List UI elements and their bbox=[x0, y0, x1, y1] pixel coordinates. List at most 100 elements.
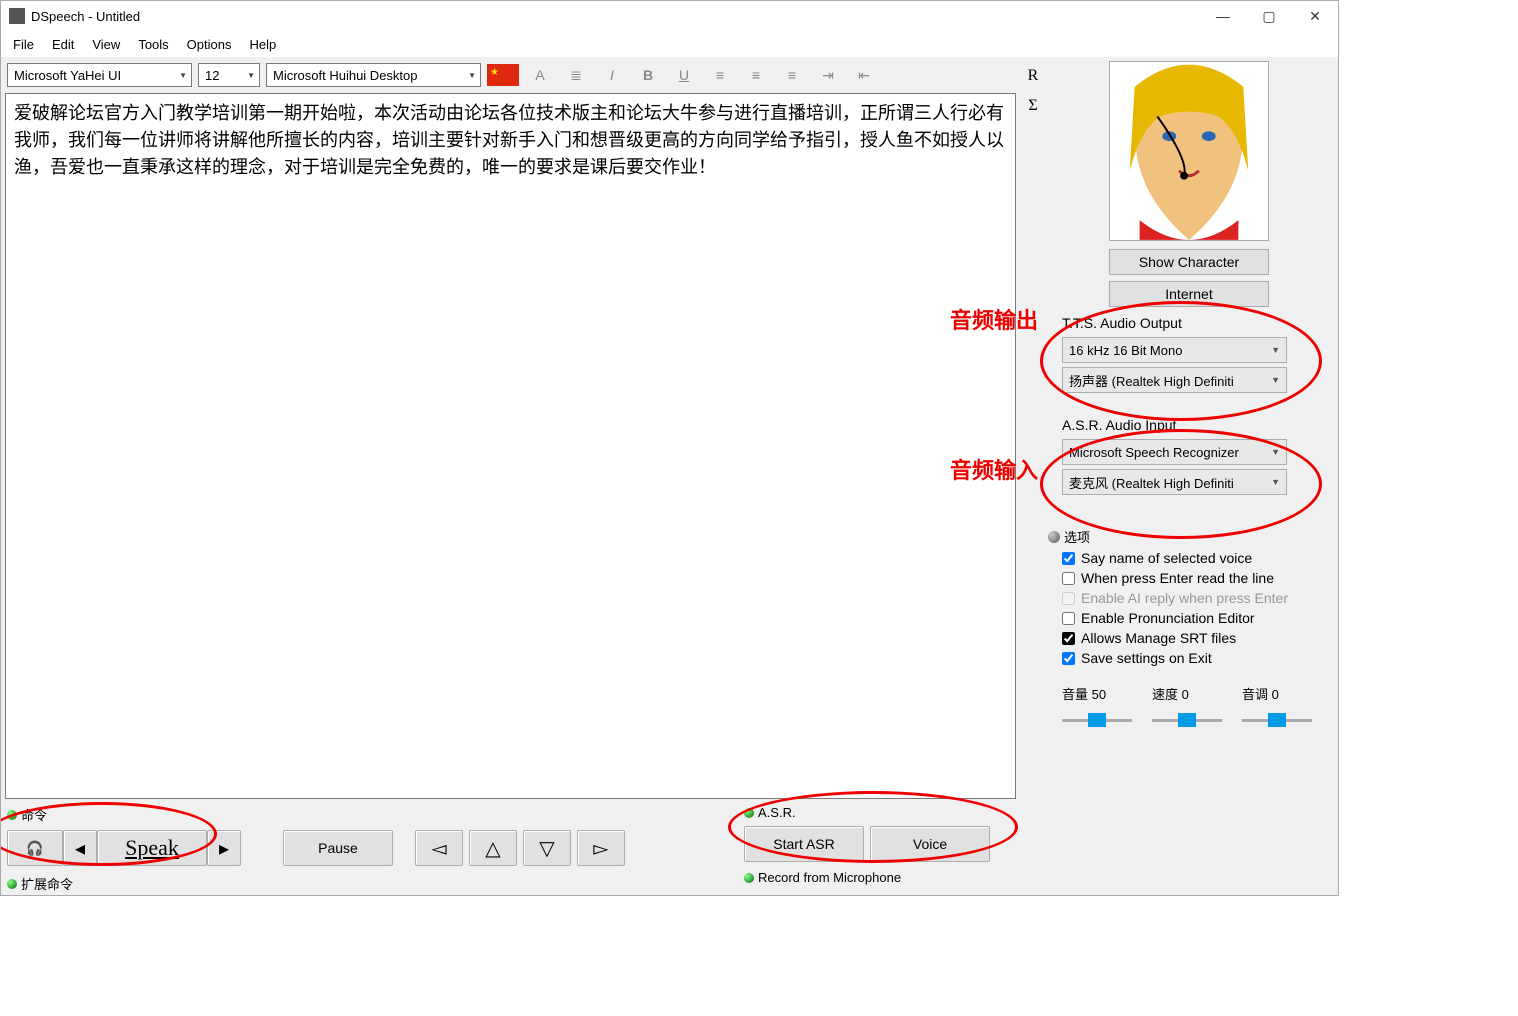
color-button[interactable]: A bbox=[525, 63, 555, 87]
opt-enter-read-label: When press Enter read the line bbox=[1081, 570, 1274, 586]
opt-save-exit-label: Save settings on Exit bbox=[1081, 650, 1212, 666]
menu-tools[interactable]: Tools bbox=[130, 33, 176, 56]
volume-thumb[interactable] bbox=[1088, 713, 1106, 727]
window-title: DSpeech - Untitled bbox=[31, 9, 1200, 24]
maximize-button[interactable]: ▢ bbox=[1246, 1, 1292, 31]
editor-content: 爱破解论坛官方入门教学培训第一期开始啦，本次活动由论坛各位技术版主和论坛大牛参与… bbox=[14, 100, 1007, 181]
minimize-button[interactable]: — bbox=[1200, 1, 1246, 31]
ext-commands-label: 扩展命令 bbox=[7, 872, 732, 895]
italic-button[interactable]: I bbox=[597, 63, 627, 87]
section-dot-icon bbox=[7, 879, 17, 889]
pitch-slider[interactable]: 音调 0 bbox=[1242, 684, 1312, 735]
menu-help[interactable]: Help bbox=[241, 33, 284, 56]
gear-icon bbox=[1048, 531, 1060, 543]
opt-ai-reply-checkbox bbox=[1062, 592, 1075, 605]
asr-voice-label: Voice bbox=[913, 836, 947, 852]
show-character-button[interactable]: Show Character bbox=[1109, 249, 1269, 275]
record-label-text: Record from Microphone bbox=[758, 870, 901, 885]
record-label: Record from Microphone bbox=[744, 868, 1014, 887]
headset-button[interactable]: 🎧 bbox=[7, 830, 63, 866]
underline-button[interactable]: U bbox=[669, 63, 699, 87]
chevron-down-icon: ▼ bbox=[464, 71, 476, 80]
title-bar: DSpeech - Untitled — ▢ ✕ bbox=[1, 1, 1338, 31]
text-editor[interactable]: 爱破解论坛官方入门教学培训第一期开始啦，本次活动由论坛各位技术版主和论坛大牛参与… bbox=[5, 93, 1016, 799]
internet-label: Internet bbox=[1165, 286, 1212, 302]
opt-srt[interactable]: Allows Manage SRT files bbox=[1062, 628, 1332, 648]
font-select[interactable]: Microsoft YaHei UI ▼ bbox=[7, 63, 192, 87]
chevron-down-icon: ▼ bbox=[1271, 345, 1280, 355]
chevron-down-icon: ▼ bbox=[1271, 375, 1280, 385]
speak-button[interactable]: Speak bbox=[97, 830, 207, 866]
opt-ai-reply: Enable AI reply when press Enter bbox=[1062, 588, 1332, 608]
indent-button[interactable]: ⇥ bbox=[813, 63, 843, 87]
asr-label-text: A.S.R. bbox=[758, 805, 796, 820]
chevron-down-icon: ▼ bbox=[175, 71, 187, 80]
menu-file[interactable]: File bbox=[5, 33, 42, 56]
r-button[interactable]: R bbox=[1028, 67, 1039, 85]
opt-pron-editor[interactable]: Enable Pronunciation Editor bbox=[1062, 608, 1332, 628]
next-button[interactable]: ▸ bbox=[207, 830, 241, 866]
asr-device-select[interactable]: 麦克风 (Realtek High Definiti▼ bbox=[1062, 469, 1287, 495]
bold-button[interactable]: B bbox=[633, 63, 663, 87]
menu-options[interactable]: Options bbox=[179, 33, 240, 56]
align-center-button[interactable]: ≡ bbox=[741, 63, 771, 87]
align-right-button[interactable]: ≡ bbox=[777, 63, 807, 87]
opt-say-name-checkbox[interactable] bbox=[1062, 552, 1075, 565]
opt-pron-editor-checkbox[interactable] bbox=[1062, 612, 1075, 625]
character-avatar bbox=[1109, 61, 1269, 241]
start-asr-label: Start ASR bbox=[773, 836, 834, 852]
voice-select-value: Microsoft Huihui Desktop bbox=[273, 68, 464, 83]
align-left-button[interactable]: ≡ bbox=[705, 63, 735, 87]
internet-button[interactable]: Internet bbox=[1109, 281, 1269, 307]
menu-edit[interactable]: Edit bbox=[44, 33, 82, 56]
section-dot-icon bbox=[744, 808, 754, 818]
close-button[interactable]: ✕ bbox=[1292, 1, 1338, 31]
pitch-label: 音调 0 bbox=[1242, 684, 1279, 703]
asr-label: A.S.R. bbox=[744, 803, 1014, 822]
asr-engine-select[interactable]: Microsoft Speech Recognizer▼ bbox=[1062, 439, 1287, 465]
opt-say-name[interactable]: Say name of selected voice bbox=[1062, 548, 1332, 568]
asr-voice-button[interactable]: Voice bbox=[870, 826, 990, 862]
opt-srt-checkbox[interactable] bbox=[1062, 632, 1075, 645]
tts-device-select[interactable]: 扬声器 (Realtek High Definiti▼ bbox=[1062, 367, 1287, 393]
section-dot-icon bbox=[744, 873, 754, 883]
opt-srt-label: Allows Manage SRT files bbox=[1081, 630, 1236, 646]
options-label: 选项 bbox=[1048, 525, 1332, 548]
commands-label-text: 命令 bbox=[21, 805, 47, 824]
tts-output-label: T.T.S. Audio Output bbox=[1062, 313, 1332, 333]
sigma-button[interactable]: Σ bbox=[1028, 97, 1037, 115]
pause-button[interactable]: Pause bbox=[283, 830, 393, 866]
format-toolbar: Microsoft YaHei UI ▼ 12 ▼ Microsoft Huih… bbox=[5, 61, 1016, 89]
voice-select[interactable]: Microsoft Huihui Desktop ▼ bbox=[266, 63, 481, 87]
skip-next-button[interactable]: ▻ bbox=[577, 830, 625, 866]
pause-button-label: Pause bbox=[318, 840, 358, 856]
commands-label: 命令 bbox=[7, 803, 732, 826]
speed-slider[interactable]: 速度 0 bbox=[1152, 684, 1222, 735]
menu-bar: File Edit View Tools Options Help bbox=[1, 31, 1338, 57]
tts-format-select[interactable]: 16 kHz 16 Bit Mono▼ bbox=[1062, 337, 1287, 363]
menu-view[interactable]: View bbox=[84, 33, 128, 56]
skip-down-button[interactable]: ▽ bbox=[523, 830, 571, 866]
show-character-label: Show Character bbox=[1139, 254, 1239, 270]
speed-label: 速度 0 bbox=[1152, 684, 1189, 703]
app-icon bbox=[9, 8, 25, 24]
skip-up-button[interactable]: △ bbox=[469, 830, 517, 866]
tts-format-value: 16 kHz 16 Bit Mono bbox=[1069, 343, 1271, 358]
skip-prev-button[interactable]: ◅ bbox=[415, 830, 463, 866]
headset-icon: 🎧 bbox=[26, 840, 43, 857]
opt-save-exit[interactable]: Save settings on Exit bbox=[1062, 648, 1332, 668]
opt-enter-read[interactable]: When press Enter read the line bbox=[1062, 568, 1332, 588]
volume-slider[interactable]: 音量 50 bbox=[1062, 684, 1132, 735]
font-size-select[interactable]: 12 ▼ bbox=[198, 63, 260, 87]
outdent-button[interactable]: ⇤ bbox=[849, 63, 879, 87]
prev-button[interactable]: ◂ bbox=[63, 830, 97, 866]
opt-enter-read-checkbox[interactable] bbox=[1062, 572, 1075, 585]
opt-say-name-label: Say name of selected voice bbox=[1081, 550, 1252, 566]
pitch-thumb[interactable] bbox=[1268, 713, 1286, 727]
start-asr-button[interactable]: Start ASR bbox=[744, 826, 864, 862]
language-flag-icon[interactable] bbox=[487, 64, 519, 86]
opt-save-exit-checkbox[interactable] bbox=[1062, 652, 1075, 665]
speed-thumb[interactable] bbox=[1178, 713, 1196, 727]
opt-pron-editor-label: Enable Pronunciation Editor bbox=[1081, 610, 1255, 626]
list-button[interactable]: ≣ bbox=[561, 63, 591, 87]
